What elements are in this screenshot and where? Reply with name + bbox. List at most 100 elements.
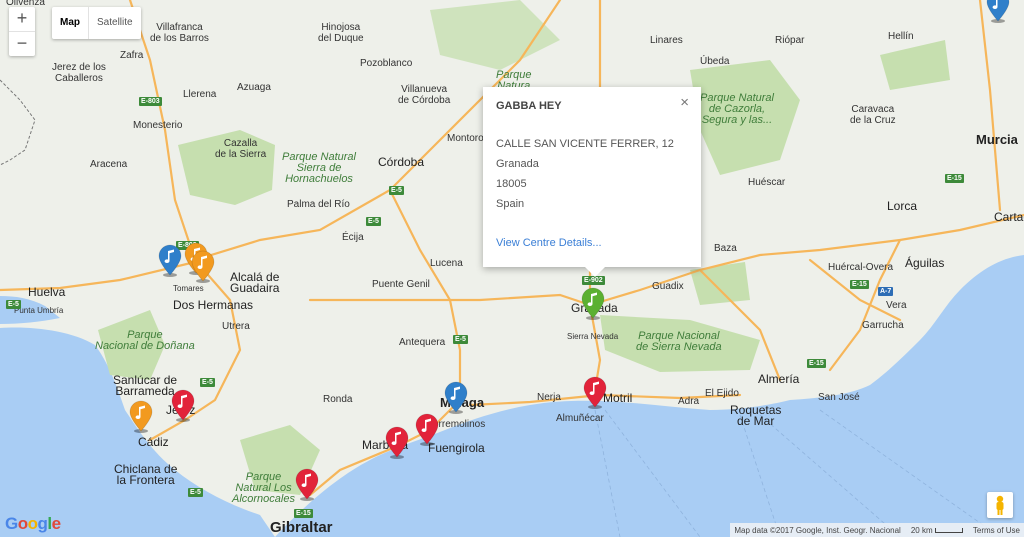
map-type-map-button[interactable]: Map [52,7,88,39]
music-note-icon [191,250,215,283]
place-label: Riópar [775,35,805,46]
place-label: Gibraltar [270,519,333,536]
street-view-pegman-button[interactable] [987,492,1013,518]
music-note-icon [583,376,607,409]
map-marker[interactable] [580,287,606,321]
map-type-satellite-button[interactable]: Satellite [89,7,141,39]
map-canvas[interactable]: Villafranca de los Barros Hinojosa del D… [0,0,1024,537]
road-shield: E-15 [850,280,869,289]
place-label: Adra [678,396,700,407]
music-note-icon [444,381,468,414]
road-shield: E-5 [200,378,215,387]
place-label: Antequera [399,337,446,348]
address-postcode: 18005 [496,178,527,190]
map-marker[interactable] [190,250,216,284]
place-label: Sierra Nevada [567,332,619,341]
pegman-icon [996,495,1004,515]
road-shield: E-902 [582,276,605,285]
place-label: Zafra [120,50,144,61]
address-country: Spain [496,198,525,210]
road-shield: E-5 [188,488,203,497]
address-city: Granada [496,158,539,170]
map-marker[interactable] [384,426,410,460]
place-label: Sanlúcar de Barrameda [113,373,178,398]
music-note-icon [158,244,182,277]
place-label: Puente Genil [372,279,430,290]
road-shield: E-803 [139,97,162,106]
map-marker[interactable] [170,389,196,423]
park-label: Parque Nacional de Sierra Nevada [636,330,722,353]
place-label: Écija [342,232,364,243]
place-label: Huéscar [748,177,786,188]
music-note-icon [581,287,605,320]
scale-label: 20 km [910,525,933,535]
map-type-control: Map Satellite [52,7,141,39]
music-note-icon [295,468,319,501]
map-marker[interactable] [582,376,608,410]
place-label: Águilas [905,256,945,270]
view-centre-details-link[interactable]: View Centre Details... [496,237,602,249]
place-label: Utrera [222,321,250,332]
map-marker[interactable] [985,0,1011,24]
place-label: Llerena [183,89,217,100]
road-shield: E-15 [945,174,964,183]
place-label: Tomares [173,284,204,293]
place-label: Hellín [888,31,914,42]
zoom-out-button[interactable]: − [9,32,35,56]
place-label: Pozoblanco [360,58,413,69]
music-note-icon [986,0,1010,23]
place-label: San José [818,392,860,403]
map-marker[interactable] [294,468,320,502]
place-label: Lucena [430,258,463,269]
music-note-icon [171,389,195,422]
place-label: Punta Umbría [14,306,64,315]
place-label: Baza [714,243,737,254]
place-label: Linares [650,35,683,46]
place-label: Úbeda [700,56,730,67]
place-label: Huércal-Overa [828,262,894,273]
place-label: Cazalla de la Sierra [215,138,267,160]
info-window-tail [585,267,605,277]
info-window-title: GABBA HEY [496,100,562,112]
place-label: Córdoba [378,155,425,169]
place-label: Ronda [323,394,353,405]
info-window: GABBA HEY × CALLE SAN VICENTE FERRER, 12… [483,87,701,277]
attribution-bar: Map data ©2017 Google, Inst. Geogr. Naci… [730,523,1024,537]
place-label: El Ejido [705,388,739,399]
place-label: Aracena [90,159,128,170]
road-shield: A-7 [878,287,894,296]
place-label: Almuñécar [556,413,604,424]
place-label: Huelva [28,285,66,299]
road-shield: E-5 [453,335,468,344]
close-icon[interactable]: × [680,94,689,111]
map-marker[interactable] [443,381,469,415]
terms-of-use-link[interactable]: Terms of Use [973,526,1020,535]
music-note-icon [385,426,409,459]
zoom-in-button[interactable]: + [9,7,35,31]
place-label: Cartag [994,210,1024,224]
place-label: Roquetas de Mar [730,403,782,428]
road-shield: E-15 [294,509,313,518]
zoom-control: + − [9,7,35,56]
place-label: Alcalá de Guadaira [230,270,280,295]
place-label: Murcia [976,132,1018,147]
road-shield: E-5 [6,300,21,309]
map-marker[interactable] [128,400,154,434]
place-label: Hinojosa del Duque [318,22,364,44]
road-shield: E-15 [807,359,826,368]
place-label: Almería [758,372,800,386]
map-marker[interactable] [414,413,440,447]
place-label: Monesterio [133,120,183,131]
scale-control[interactable]: 20 km [911,526,963,535]
google-logo: Google [5,514,61,533]
address-street: CALLE SAN VICENTE FERRER, 12 [496,138,674,150]
place-label: Dos Hermanas [173,298,254,312]
park-label: Parque Natural Los Alcornocales [232,471,295,505]
place-label: Palma del Río [287,199,350,210]
place-label: Nerja [537,392,561,403]
park-label: Parque Natural Sierra de Hornachuelos [282,151,356,185]
map-marker[interactable] [157,244,183,278]
park-label: Parque Nacional de Doñana [95,329,195,352]
music-note-icon [415,413,439,446]
place-label: Cádiz [138,435,169,449]
